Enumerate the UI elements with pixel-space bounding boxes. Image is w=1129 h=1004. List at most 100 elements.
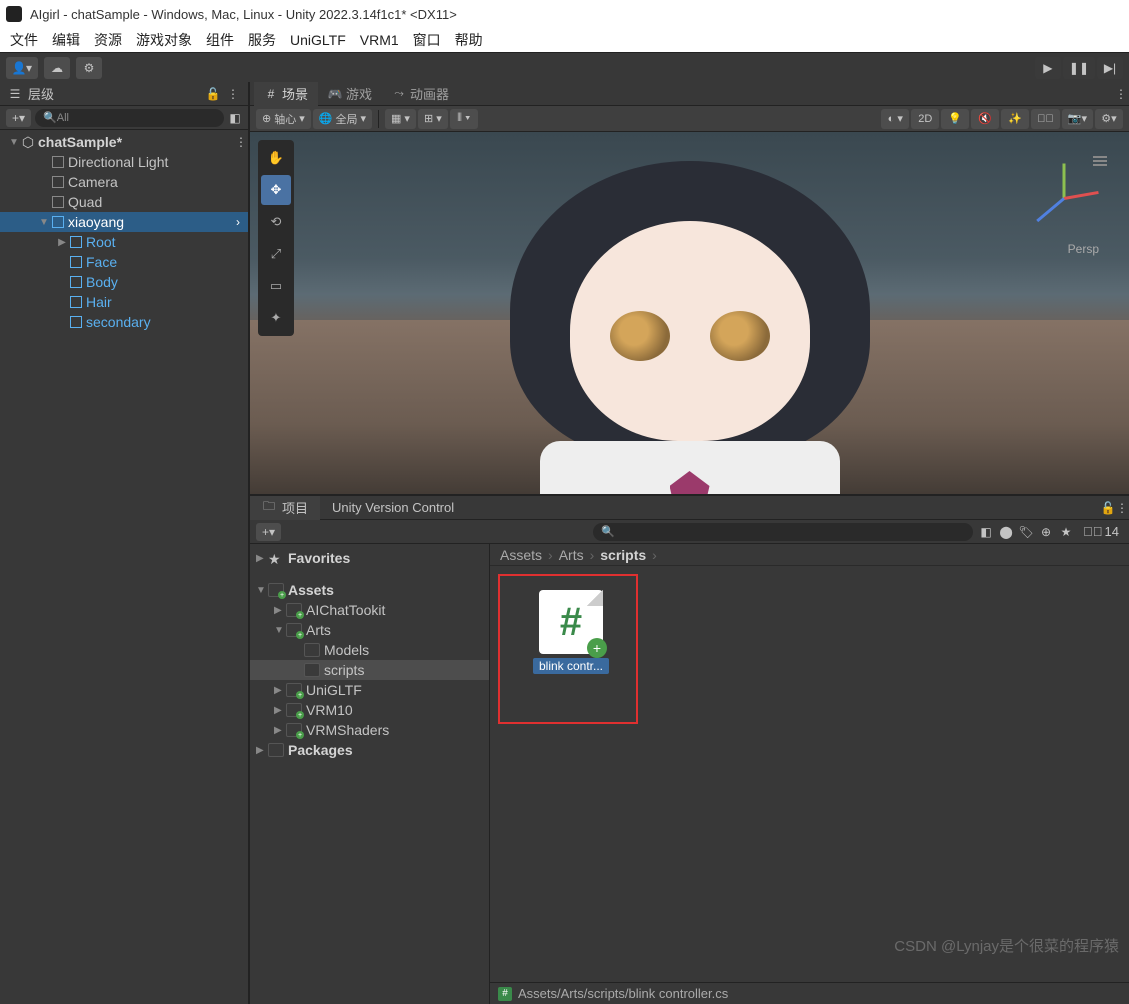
gameobject-icon bbox=[68, 294, 84, 310]
tab-uvc[interactable]: Unity Version Control bbox=[320, 496, 466, 520]
tab-scene[interactable]: #场景 bbox=[254, 82, 318, 106]
audio-toggle[interactable]: 🔇 bbox=[971, 109, 999, 129]
camera-dropdown[interactable]: 📷▾ bbox=[1062, 109, 1093, 129]
menu-edit[interactable]: 编辑 bbox=[52, 30, 80, 50]
account-dropdown[interactable]: 👤 ▾ bbox=[6, 57, 38, 79]
favorites-row[interactable]: ▶ ★ Favorites bbox=[250, 548, 489, 568]
cloud-button[interactable]: ☁ bbox=[44, 57, 70, 79]
fx-toggle[interactable]: ✨ bbox=[1001, 109, 1029, 129]
proj-kebab-icon[interactable]: ⋮ bbox=[1115, 501, 1129, 515]
packages-row[interactable]: ▶ Packages bbox=[250, 740, 489, 760]
hierarchy-search-input[interactable]: 🔍 All bbox=[35, 109, 224, 127]
menu-help[interactable]: 帮助 bbox=[455, 30, 483, 50]
gameobject-icon bbox=[68, 274, 84, 290]
scene-view[interactable]: ✋ ✥ ⟲ ⤢ ▭ ✦ Persp bbox=[250, 132, 1129, 494]
project-folder-vrm10[interactable]: ▶+VRM10 bbox=[250, 700, 489, 720]
transform-tool[interactable]: ✦ bbox=[261, 303, 291, 333]
search-type-icon[interactable]: ◧ bbox=[979, 525, 993, 539]
menu-file[interactable]: 文件 bbox=[10, 30, 38, 50]
watermark-text: CSDN @Lynjay是个很菜的程序猿 bbox=[894, 935, 1119, 956]
orientation-gizmo[interactable] bbox=[1019, 152, 1109, 242]
rotate-tool[interactable]: ⟲ bbox=[261, 207, 291, 237]
perspective-label[interactable]: Persp bbox=[1068, 242, 1099, 256]
move-tool[interactable]: ✥ bbox=[261, 175, 291, 205]
hidden-toggle[interactable]: 👁⃠ bbox=[1031, 109, 1060, 129]
window-title: AIgirl - chatSample - Windows, Mac, Linu… bbox=[30, 7, 457, 22]
lock-icon[interactable]: 🔓 bbox=[206, 87, 220, 101]
hierarchy-item-xiaoyang[interactable]: ▼xiaoyang› bbox=[0, 212, 248, 232]
scene-character-model[interactable] bbox=[480, 161, 900, 494]
hierarchy-item-camera[interactable]: Camera bbox=[0, 172, 248, 192]
kebab-icon[interactable]: ⋮ bbox=[226, 87, 240, 101]
hidden-items-toggle[interactable]: 👁⃠14 bbox=[1079, 524, 1123, 539]
tab-project[interactable]: 🗀项目 bbox=[250, 496, 320, 520]
favorite-icon[interactable]: ★ bbox=[1059, 525, 1073, 539]
scene-vis-icon[interactable]: ◧ bbox=[228, 111, 242, 125]
hierarchy-item-face[interactable]: Face bbox=[0, 252, 248, 272]
play-button[interactable]: ▶ bbox=[1035, 57, 1061, 79]
menu-services[interactable]: 服务 bbox=[248, 30, 276, 50]
crumb-arts[interactable]: Arts bbox=[559, 547, 584, 563]
menu-component[interactable]: 组件 bbox=[206, 30, 234, 50]
hierarchy-item-quad[interactable]: Quad bbox=[0, 192, 248, 212]
snap-button[interactable]: ⊞ ▾ bbox=[418, 109, 448, 129]
step-button[interactable]: ▶| bbox=[1097, 57, 1123, 79]
settings-button[interactable]: ⚙ bbox=[76, 57, 102, 79]
project-folder-unigltf[interactable]: ▶+UniGLTF bbox=[250, 680, 489, 700]
project-folder-arts[interactable]: ▼+Arts bbox=[250, 620, 489, 640]
rect-tool[interactable]: ▭ bbox=[261, 271, 291, 301]
hierarchy-item-secondary[interactable]: secondary bbox=[0, 312, 248, 332]
axis-z[interactable] bbox=[1036, 197, 1065, 222]
menu-gameobject[interactable]: 游戏对象 bbox=[136, 30, 192, 50]
unity-logo-icon bbox=[6, 6, 22, 22]
scene-root-row[interactable]: ▼ ⬡ chatSample* ⋮ bbox=[0, 132, 248, 152]
project-add-button[interactable]: +▾ bbox=[256, 523, 281, 541]
increment-snap-button[interactable]: ⦀ ▾ bbox=[450, 109, 478, 129]
shading-dropdown[interactable]: ◐ ▾ bbox=[881, 109, 909, 129]
crumb-assets[interactable]: Assets bbox=[500, 547, 542, 563]
menu-assets[interactable]: 资源 bbox=[94, 30, 122, 50]
hierarchy-item-body[interactable]: Body bbox=[0, 272, 248, 292]
axis-x[interactable] bbox=[1064, 191, 1099, 200]
folder-icon: + bbox=[286, 703, 302, 717]
hand-tool[interactable]: ✋ bbox=[261, 143, 291, 173]
hierarchy-item-root[interactable]: ▶Root bbox=[0, 232, 248, 252]
project-folder-vrmshaders[interactable]: ▶+VRMShaders bbox=[250, 720, 489, 740]
assets-root-row[interactable]: ▼ + Assets bbox=[250, 580, 489, 600]
folder-icon bbox=[304, 663, 320, 677]
lighting-toggle[interactable]: 💡 bbox=[941, 109, 969, 129]
tab-game[interactable]: 🎮游戏 bbox=[318, 82, 382, 106]
menu-vrm1[interactable]: VRM1 bbox=[360, 32, 399, 48]
filter-by-label-icon[interactable]: ⬤ bbox=[999, 525, 1013, 539]
project-folder-scripts[interactable]: scripts bbox=[250, 660, 489, 680]
folder-icon: + bbox=[286, 603, 302, 617]
save-search-icon[interactable]: ⊕ bbox=[1039, 525, 1053, 539]
asset-item[interactable]: # + blink contr... bbox=[526, 590, 616, 674]
hierarchy-add-button[interactable]: +▾ bbox=[6, 109, 31, 127]
menu-window[interactable]: 窗口 bbox=[413, 30, 441, 50]
hierarchy-item-directional-light[interactable]: Directional Light bbox=[0, 152, 248, 172]
tab-kebab-icon[interactable]: ⋮ bbox=[1113, 87, 1129, 101]
project-folder-models[interactable]: Models bbox=[250, 640, 489, 660]
menu-unigltf[interactable]: UniGLTF bbox=[290, 32, 346, 48]
asset-grid[interactable]: # + blink contr... CSDN @Lynjay是个很菜的程序猿 bbox=[490, 566, 1129, 982]
gizmo-menu-icon[interactable] bbox=[1093, 156, 1107, 166]
2d-toggle[interactable]: 2D bbox=[911, 109, 939, 129]
scene-kebab-icon[interactable]: ⋮ bbox=[234, 135, 248, 149]
pause-button[interactable]: ❚❚ bbox=[1063, 57, 1095, 79]
project-search-input[interactable]: 🔍 bbox=[593, 523, 973, 541]
crumb-scripts[interactable]: scripts bbox=[600, 547, 646, 563]
global-dropdown[interactable]: 🌐全局 ▾ bbox=[313, 109, 372, 129]
scale-tool[interactable]: ⤢ bbox=[261, 239, 291, 269]
prefab-open-icon[interactable]: › bbox=[234, 215, 248, 229]
grid-snap-button[interactable]: ▦ ▾ bbox=[385, 109, 416, 129]
tab-animator[interactable]: ⤳动画器 bbox=[382, 82, 459, 106]
hierarchy-item-hair[interactable]: Hair bbox=[0, 292, 248, 312]
axis-y[interactable] bbox=[1063, 164, 1066, 199]
filter-by-type-icon[interactable]: 🏷 bbox=[1019, 525, 1033, 539]
menu-bar: 文件 编辑 资源 游戏对象 组件 服务 UniGLTF VRM1 窗口 帮助 bbox=[0, 28, 1129, 52]
lock-icon[interactable]: 🔓 bbox=[1101, 501, 1115, 515]
gizmos-dropdown[interactable]: ⚙▾ bbox=[1095, 109, 1123, 129]
pivot-dropdown[interactable]: ⊕轴心 ▾ bbox=[256, 109, 311, 129]
project-folder-aichattookit[interactable]: ▶+AIChatTookit bbox=[250, 600, 489, 620]
